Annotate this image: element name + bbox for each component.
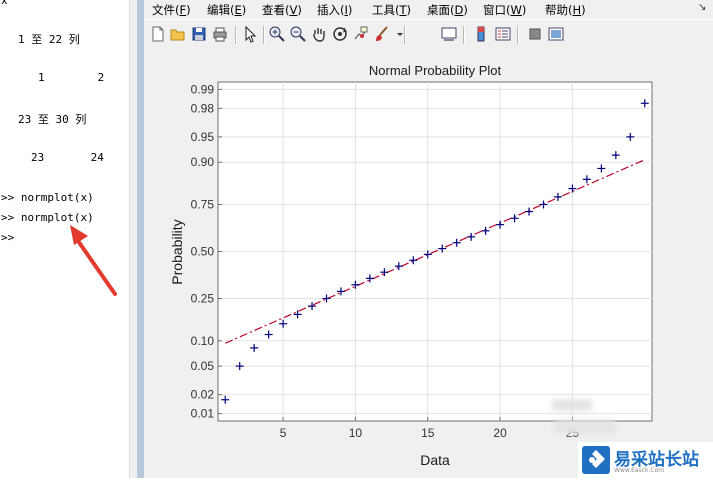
y-tick-label: 0.90 <box>191 155 215 169</box>
menu-label: 窗口( <box>483 3 511 17</box>
variable-name: x <box>1 0 8 7</box>
command-prompt[interactable]: >> <box>1 231 14 244</box>
blurred-region <box>552 399 592 411</box>
toolbar-separator <box>235 26 237 44</box>
menu-end: ) <box>241 3 247 17</box>
site-logo-icon <box>582 446 610 474</box>
blurred-region <box>555 420 615 434</box>
y-axis-label: Probability <box>169 219 185 284</box>
menu-window[interactable]: 窗口(W) <box>483 2 526 18</box>
new-figure-icon[interactable] <box>149 25 167 43</box>
zoom-out-icon[interactable] <box>289 25 307 43</box>
figure-menubar: 文件(F) 编辑(E) 查看(V) 插入(I) 工具(T) 桌面(D) 窗口(W… <box>144 0 713 19</box>
x-tick-label: 15 <box>421 426 435 440</box>
menu-end: ) <box>186 3 191 17</box>
y-tick-label: 0.05 <box>191 359 215 373</box>
menu-help[interactable]: 帮助(H) <box>545 2 586 18</box>
x-tick-label: 5 <box>280 426 287 440</box>
show-plot-tools-icon[interactable] <box>547 25 565 43</box>
command-history-line: >> normplot(x) <box>1 191 94 204</box>
menu-key: H <box>572 3 582 17</box>
zoom-in-icon[interactable] <box>268 25 286 43</box>
hide-plot-tools-icon[interactable] <box>526 25 544 43</box>
menu-end: ) <box>297 3 302 17</box>
save-icon[interactable] <box>190 25 208 43</box>
y-tick-label: 0.02 <box>191 388 215 402</box>
menu-label: 插入( <box>317 3 345 17</box>
menu-label: 桌面( <box>427 3 455 17</box>
site-brand-subtext: Www.Easck.Com <box>614 467 665 474</box>
menu-key: W <box>510 3 522 17</box>
column-range-label: 1 至 22 列 <box>18 33 80 46</box>
y-tick-label: 0.10 <box>191 334 215 348</box>
y-tick-label: 0.99 <box>191 82 215 96</box>
pan-hand-icon[interactable] <box>310 25 328 43</box>
y-tick-label: 0.98 <box>191 101 215 115</box>
figure-canvas: 5101520250.010.020.050.100.250.500.750.9… <box>144 50 713 478</box>
menu-end: ) <box>347 3 353 17</box>
y-tick-label: 0.50 <box>191 245 215 259</box>
toolbar-separator <box>404 26 406 44</box>
menu-label: 文件( <box>152 3 180 17</box>
menu-label: 编辑( <box>207 3 235 17</box>
insert-colorbar-icon[interactable] <box>472 25 490 43</box>
menu-tools[interactable]: 工具(T) <box>372 2 411 18</box>
menu-end: ) <box>581 3 586 17</box>
normal-probability-plot[interactable]: 5101520250.010.020.050.100.250.500.750.9… <box>144 50 713 478</box>
brush-icon[interactable] <box>373 25 391 43</box>
toolbar-separator <box>263 26 265 44</box>
toolbar-separator <box>463 26 465 44</box>
rotate-3d-icon[interactable] <box>331 25 349 43</box>
x-tick-label: 20 <box>493 426 507 440</box>
brush-dropdown-icon[interactable] <box>391 25 403 43</box>
menu-label: 查看( <box>262 3 290 17</box>
menu-end: ) <box>406 3 412 17</box>
open-file-icon[interactable] <box>169 25 187 43</box>
menu-view[interactable]: 查看(V) <box>262 2 302 18</box>
menu-desktop[interactable]: 桌面(D) <box>427 2 468 18</box>
x-axis-label: Data <box>420 452 450 468</box>
menu-key: E <box>234 3 242 17</box>
menu-edit[interactable]: 编辑(E) <box>207 2 246 18</box>
y-tick-label: 0.01 <box>191 407 215 421</box>
red-arrow-annotation <box>70 225 117 296</box>
menu-label: 帮助( <box>545 3 573 17</box>
y-tick-label: 0.25 <box>191 292 215 306</box>
menubar-dock-arrow-icon[interactable]: ↘ <box>698 2 706 13</box>
data-cursor-icon[interactable] <box>352 25 370 43</box>
y-tick-label: 0.75 <box>191 197 215 211</box>
menu-insert[interactable]: 插入(I) <box>317 2 352 18</box>
print-icon[interactable] <box>211 25 229 43</box>
x-tick-label: 10 <box>349 426 363 440</box>
menu-key: T <box>399 3 407 17</box>
y-tick-label: 0.95 <box>191 130 215 144</box>
toolbar-separator <box>517 26 519 44</box>
menu-label: 工具( <box>372 3 400 17</box>
command-window[interactable]: x 1 至 22 列 1 2 3 23 至 30 列 23 24 25 >> n… <box>0 0 164 478</box>
column-range-label: 23 至 30 列 <box>18 113 87 126</box>
menu-file[interactable]: 文件(F) <box>152 2 191 18</box>
menu-end: ) <box>463 3 468 17</box>
insert-legend-icon[interactable] <box>494 25 512 43</box>
figure-toolbar <box>144 19 713 51</box>
chart-title: Normal Probability Plot <box>369 63 502 78</box>
figure-window: 文件(F) 编辑(E) 查看(V) 插入(I) 工具(T) 桌面(D) 窗口(W… <box>137 0 713 478</box>
link-plot-icon[interactable] <box>440 25 458 43</box>
figure-window-border <box>137 0 144 478</box>
site-watermark: 易采站长站 Www.Easck.Com <box>578 442 713 478</box>
menu-end: ) <box>521 3 527 17</box>
edit-plot-arrow-icon[interactable] <box>241 25 259 43</box>
